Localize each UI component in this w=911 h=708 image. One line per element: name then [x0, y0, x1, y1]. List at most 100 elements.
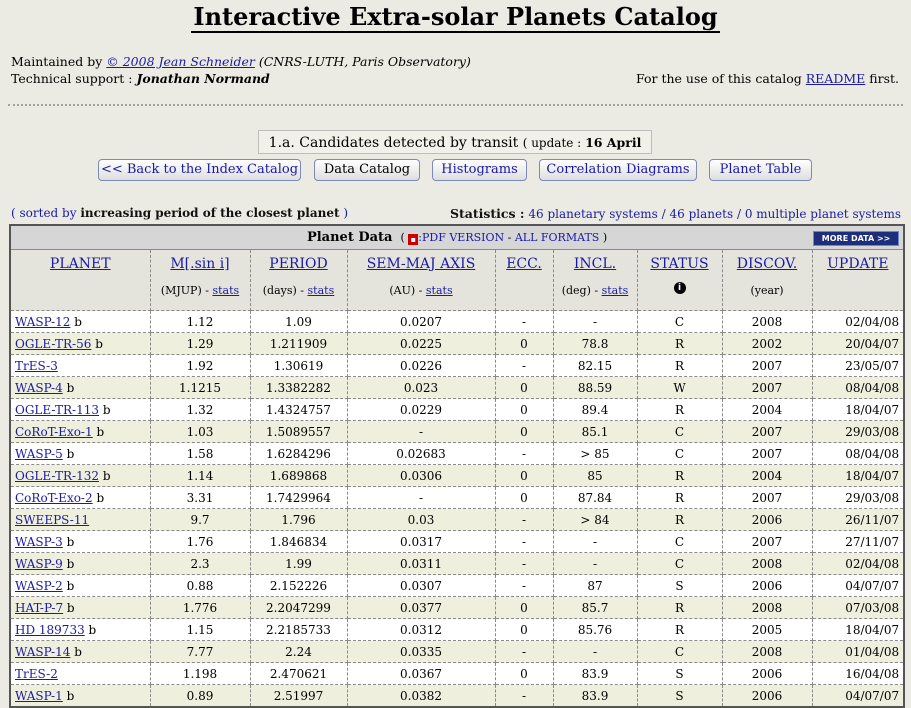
sort-link-axis[interactable]: SEM-MAJ AXIS — [367, 256, 476, 272]
incl-cell: 88.59 — [552, 376, 638, 399]
planet-link[interactable]: SWEEPS-11 — [15, 513, 89, 527]
update-cell: 23/05/07 — [811, 354, 905, 377]
stats-link-incl[interactable]: stats — [602, 284, 629, 297]
status-cell: R — [636, 398, 723, 421]
column-header-status: STATUS i — [636, 249, 723, 311]
pdf-version-link[interactable]: :PDF VERSION — [418, 231, 504, 244]
planet-suffix: b — [66, 578, 75, 593]
readme-prefix: For the use of this catalog — [635, 71, 802, 86]
sort-link-ecc[interactable]: ECC. — [506, 256, 542, 272]
axis-cell: 0.0225 — [346, 332, 496, 355]
mass-cell: 1.198 — [149, 662, 251, 685]
table-row: TrES-3 1.92 1.30619 0.0226-82.15 R 2007 23/05/… — [9, 354, 905, 377]
sort-link-discov[interactable]: DISCOV. — [737, 256, 797, 272]
planet-link[interactable]: WASP-3 — [15, 535, 63, 549]
planet-link[interactable]: OGLE-TR-132 — [15, 469, 99, 483]
maintained-by-label: Maintained by — [11, 54, 103, 69]
planet-suffix: b — [66, 446, 75, 461]
histograms-button[interactable]: Histograms — [432, 159, 527, 181]
status-cell: C — [636, 552, 723, 575]
planet-link[interactable]: HAT-P-7 — [15, 601, 63, 615]
column-unit-text: (AU) - — [389, 284, 423, 297]
sort-link-status[interactable]: STATUS — [650, 256, 708, 272]
more-data-button[interactable]: MORE DATA >> — [813, 231, 900, 246]
table-row: WASP-3 b 1.76 1.846834 0.0317- - C 2007 27/11/0… — [9, 530, 905, 553]
year-cell: 2007 — [721, 530, 813, 553]
back-to-index-button[interactable]: << Back to the Index Catalog — [98, 159, 301, 181]
stats-multi-link[interactable]: 0 multiple planet systems — [745, 207, 901, 221]
status-cell: S — [636, 684, 723, 708]
planet-link[interactable]: TrES-3 — [15, 359, 58, 373]
planet-link[interactable]: OGLE-TR-56 — [15, 337, 91, 351]
sort-link-update[interactable]: UPDATE — [827, 256, 888, 272]
planet-link[interactable]: CoRoT-Exo-1 — [15, 425, 93, 439]
year-cell: 2004 — [721, 398, 813, 421]
year-cell: 2002 — [721, 332, 813, 355]
planet-suffix: b — [88, 622, 97, 637]
column-unit-axis: (AU) - stats — [352, 284, 491, 297]
planet-table-button[interactable]: Planet Table — [709, 159, 812, 181]
all-formats-link[interactable]: ALL FORMATS — [515, 231, 599, 244]
update-cell: 04/07/07 — [811, 574, 905, 597]
planet-suffix: b — [66, 534, 75, 549]
pdf-icon: ▪ — [408, 234, 419, 245]
planet-link[interactable]: OGLE-TR-113 — [15, 403, 99, 417]
update-cell: 18/04/07 — [811, 618, 905, 641]
ecc-cell: 0 — [494, 618, 554, 641]
stats-planets-link[interactable]: 46 planets — [670, 207, 734, 221]
stats-link-period[interactable]: stats — [308, 284, 335, 297]
planet-link[interactable]: WASP-1 — [15, 689, 63, 703]
axis-cell: 0.0377 — [346, 596, 496, 619]
planet-link[interactable]: WASP-12 — [15, 315, 70, 329]
info-icon[interactable]: i — [673, 282, 686, 294]
data-catalog-button[interactable]: Data Catalog — [314, 159, 420, 181]
axis-cell: 0.0317 — [346, 530, 496, 553]
planet-link[interactable]: WASP-5 — [15, 447, 63, 461]
ecc-cell: 0 — [494, 420, 554, 443]
status-cell: R — [636, 354, 723, 377]
column-unit-discov: (year) — [727, 284, 808, 297]
planet-link[interactable]: HD 189733 — [15, 623, 85, 637]
column-unit-incl: (deg) - stats — [558, 284, 633, 297]
status-cell: C — [636, 310, 723, 333]
planet-cell: OGLE-TR-132 b — [9, 464, 151, 487]
stats-systems-link[interactable]: 46 planetary systems — [528, 207, 657, 221]
planet-cell: WASP-4 b — [9, 376, 151, 399]
column-unit-text: (MJUP) - — [160, 284, 209, 297]
stats-link-mass[interactable]: stats — [212, 284, 239, 297]
planet-cell: OGLE-TR-113 b — [9, 398, 151, 421]
correlation-diagrams-button[interactable]: Correlation Diagrams — [539, 159, 697, 181]
planet-link[interactable]: WASP-4 — [15, 381, 63, 395]
update-cell: 08/04/08 — [811, 442, 905, 465]
readme-link[interactable]: README — [806, 71, 866, 86]
stats-link-axis[interactable]: stats — [426, 284, 453, 297]
year-cell: 2005 — [721, 618, 813, 641]
table-caption: Planet Data ( ▪:PDF VERSION - ALL FORMAT… — [9, 224, 905, 250]
status-cell: W — [636, 376, 723, 399]
year-cell: 2008 — [721, 310, 813, 333]
sort-link-mass[interactable]: M[.sin i] — [170, 256, 229, 272]
update-cell: 26/11/07 — [811, 508, 905, 531]
sort-link-period[interactable]: PERIOD — [269, 256, 327, 272]
ecc-cell: 0 — [494, 486, 554, 509]
planet-link[interactable]: CoRoT-Exo-2 — [15, 491, 93, 505]
ecc-cell: 0 — [494, 398, 554, 421]
planet-suffix: b — [66, 600, 75, 615]
table-body: WASP-12 b 1.12 1.09 0.0207- - C 2008 02/04/08 OG… — [9, 310, 905, 708]
year-cell: 2008 — [721, 596, 813, 619]
maintainer-line: Maintained by © 2008 Jean Schneider (CNR… — [11, 54, 471, 69]
column-unit-period: (days) - stats — [255, 284, 343, 297]
planet-link[interactable]: WASP-9 — [15, 557, 63, 571]
copyright-link[interactable]: © 2008 Jean Schneider — [106, 54, 255, 69]
sort-note: ( sorted by increasing period of the clo… — [11, 206, 348, 220]
sort-link-incl[interactable]: INCL. — [574, 256, 616, 272]
planet-link[interactable]: WASP-2 — [15, 579, 63, 593]
sort-link-planet[interactable]: PLANET — [50, 256, 111, 272]
axis-cell: 0.023 — [346, 376, 496, 399]
column-unit-text: (deg) - — [561, 284, 599, 297]
mass-cell: 1.03 — [149, 420, 251, 443]
table-row: HAT-P-7 b 1.776 2.2047299 0.0377 0 85.7 R 2008 0… — [9, 596, 905, 619]
planet-link[interactable]: WASP-14 — [15, 645, 70, 659]
planet-link[interactable]: TrES-2 — [15, 667, 58, 681]
planet-cell: WASP-3 b — [9, 530, 151, 553]
